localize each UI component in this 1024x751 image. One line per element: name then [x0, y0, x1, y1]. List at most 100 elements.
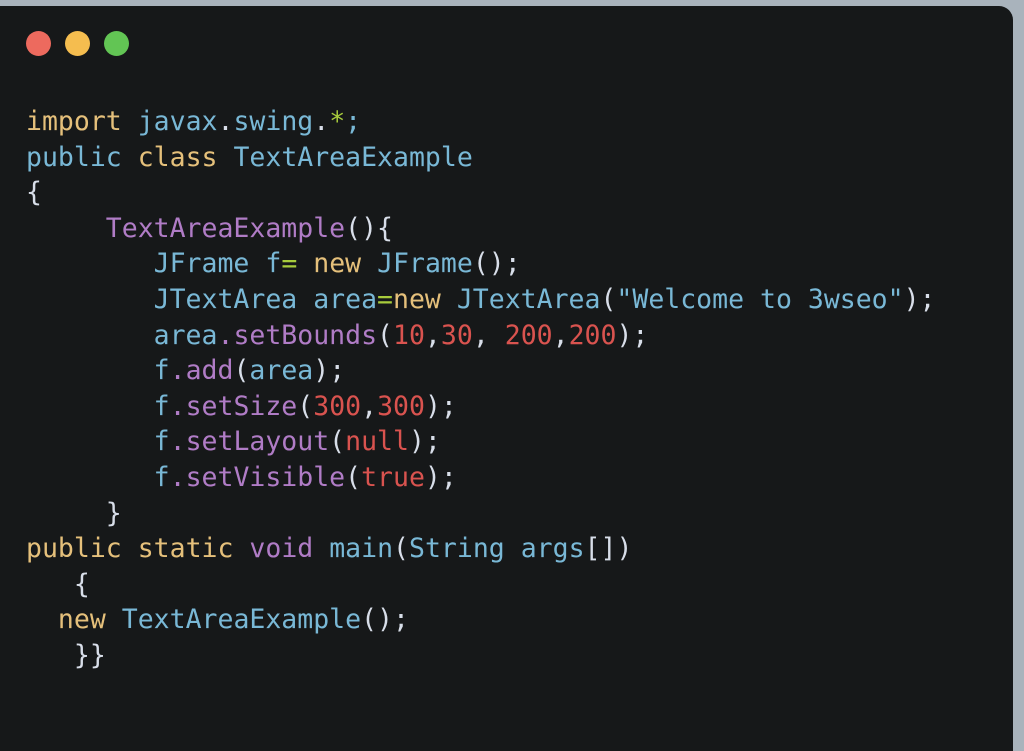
code-token: setBounds	[233, 319, 378, 351]
code-token: main	[329, 533, 394, 565]
code-token: ();	[361, 604, 409, 636]
code-token: 30	[440, 319, 473, 351]
code-line: }	[26, 498, 122, 529]
code-line: public static void main(String args[])	[26, 533, 632, 564]
code-token: {	[26, 568, 90, 600]
code-token: 200	[504, 319, 553, 351]
code-token: import	[26, 106, 122, 137]
code-token: .	[169, 426, 186, 458]
code-token: 10	[393, 319, 425, 351]
code-token: );	[424, 390, 457, 422]
code-token: area	[313, 283, 378, 315]
code-token: (	[377, 319, 393, 351]
code-token: ,	[552, 319, 569, 351]
code-line: JFrame f= new JFrame();	[26, 248, 521, 279]
code-token: (	[233, 355, 250, 387]
code-token: TextAreaExample	[233, 141, 473, 173]
code-token: 300	[313, 390, 362, 422]
code-token: (	[393, 533, 409, 565]
code-token: );	[903, 283, 936, 315]
code-token: area	[153, 319, 218, 351]
code-token: {	[26, 177, 42, 209]
code-token: ();	[472, 248, 521, 280]
window-titlebar[interactable]	[0, 6, 1013, 80]
code-token: f	[153, 426, 170, 458]
code-token: TextAreaExample	[121, 604, 362, 636]
code-token: args	[520, 533, 585, 565]
code-token: JTextArea	[153, 283, 298, 315]
code-token: setVisible	[185, 461, 346, 493]
code-token: public	[26, 533, 122, 565]
code-token: true	[361, 461, 425, 493]
code-line: f.setSize(300,300);	[26, 391, 457, 422]
code-token: area	[249, 355, 314, 387]
code-token: .	[217, 106, 234, 137]
code-token: *	[329, 106, 346, 137]
code-token: "Welcome to 3wseo"	[616, 283, 904, 315]
code-line: area.setBounds(10,30, 200,200);	[26, 319, 649, 351]
code-line: f.setVisible(true);	[26, 462, 457, 493]
code-token: =	[281, 248, 298, 280]
code-line: {	[26, 569, 90, 600]
code-token: void	[249, 533, 314, 565]
code-token: public	[26, 141, 122, 173]
code-line: f.add(area);	[26, 355, 346, 387]
code-token: }	[26, 497, 122, 529]
zoom-button-icon[interactable]	[104, 30, 129, 56]
source-code[interactable]: import javax.swing.*; public class TextA…	[26, 104, 1013, 674]
code-token: f	[153, 390, 170, 422]
code-token: static	[137, 533, 234, 565]
code-token: (	[329, 426, 346, 458]
code-token: .	[313, 106, 330, 137]
code-token: class	[137, 141, 218, 173]
code-token: }}	[26, 639, 106, 671]
code-token: swing	[233, 106, 314, 137]
code-token: setSize	[185, 390, 298, 422]
code-token: null	[345, 426, 409, 458]
code-token: 200	[568, 319, 617, 351]
code-token: JTextArea	[456, 283, 601, 315]
code-token: (	[297, 390, 314, 422]
code-line: }}	[26, 640, 106, 671]
code-token: );	[424, 461, 457, 493]
code-token: );	[313, 355, 346, 387]
code-token: new	[57, 604, 106, 636]
code-token: .	[169, 390, 186, 422]
code-token: (){	[345, 212, 393, 244]
screen: import javax.swing.*; public class TextA…	[0, 0, 1024, 751]
code-line: f.setLayout(null);	[26, 426, 441, 457]
minimize-button-icon[interactable]	[65, 30, 90, 56]
code-editor-area[interactable]: import javax.swing.*; public class TextA…	[0, 80, 1013, 751]
code-token: ;	[345, 106, 362, 137]
code-token: .	[217, 319, 234, 351]
close-button-icon[interactable]	[26, 30, 51, 56]
code-token: );	[408, 426, 441, 458]
code-line: {	[26, 177, 42, 208]
code-token: add	[185, 355, 234, 387]
code-token: JFrame	[153, 248, 250, 280]
code-line: TextAreaExample(){	[26, 213, 393, 244]
code-token: f	[153, 355, 170, 387]
code-token: f	[153, 461, 170, 493]
code-token: 300	[377, 390, 425, 422]
code-window: import javax.swing.*; public class TextA…	[0, 6, 1013, 751]
code-token: [])	[584, 533, 633, 565]
code-token: javax	[137, 106, 218, 137]
code-token: TextAreaExample	[105, 212, 346, 244]
